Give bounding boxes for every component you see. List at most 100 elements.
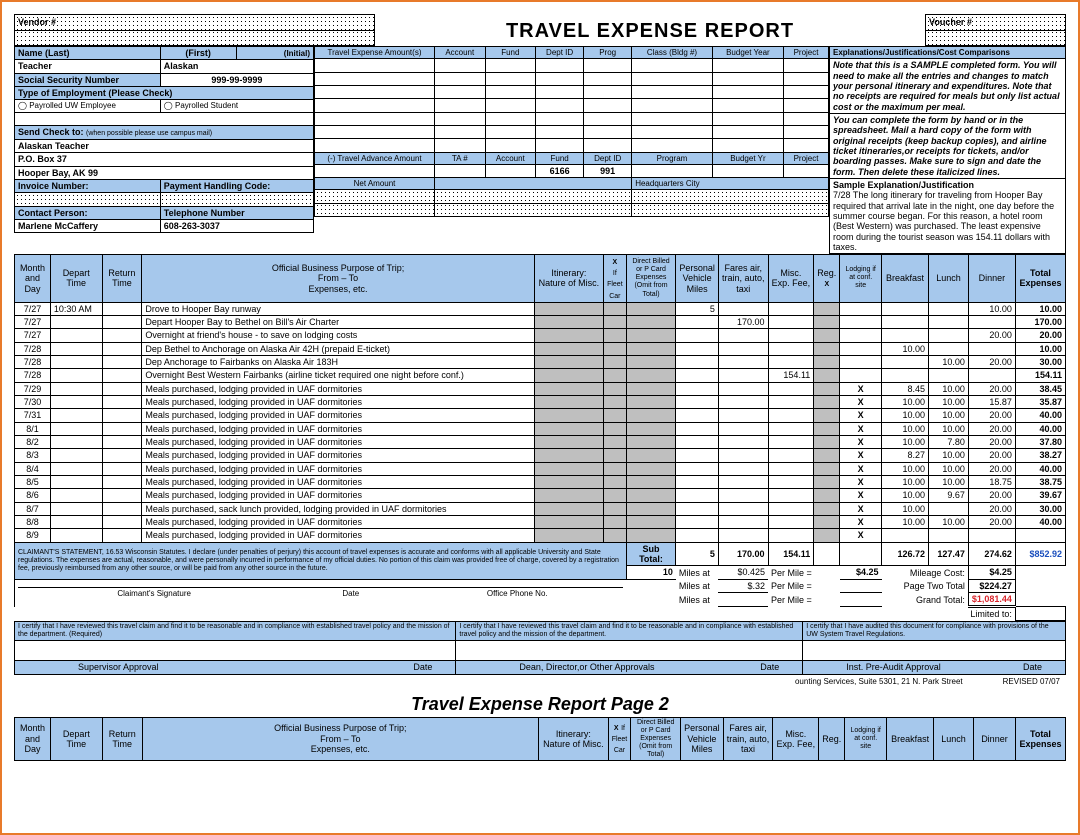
hdr-lunch: Lunch [929,255,969,302]
expense-row: 8/4Meals purchased, lodging provided in … [15,462,1066,475]
col-budget-yr: Budget Yr [712,152,783,164]
page-title: TRAVEL EXPENSE REPORT [378,20,922,43]
send-line3: Hooper Bay, AK 99 [15,166,314,179]
hdr-return: Return Time [102,255,142,302]
cert-dean: I certify that I have reviewed this trav… [456,622,803,641]
contact-person: Marlene McCaffery [15,220,161,233]
hdr-fares: Fares air, train, auto, taxi [718,255,768,302]
expense-row: 7/30Meals purchased, lodging provided in… [15,395,1066,408]
footer-revised: REVISED 07/07 [1003,677,1060,686]
grand-total-label: Grand Total: [882,593,969,607]
emp-opt-uw[interactable]: ◯ Payrolled UW Employee [15,100,161,112]
hdr-total: Total Expenses [1015,255,1065,302]
travel-advance-label: (-) Travel Advance Amount [315,152,435,164]
expense-row: 7/28Dep Bethel to Anchorage on Alaska Ai… [15,342,1066,355]
vendor-number: Vendor # [15,15,375,31]
hdr-itinerary: Itinerary: Nature of Misc. [534,255,603,302]
sample-note: Note that this is a SAMPLE completed for… [830,59,1066,114]
col-fund: Fund [485,47,536,59]
send-check-label: Send Check to: [18,127,84,137]
expense-row: 7/27Overnight at friend's house - to sav… [15,329,1066,342]
col-ta: TA # [435,152,486,164]
expense-row: 7/28Dep Anchorage to Fairbanks on Alaska… [15,355,1066,368]
page2-title: Travel Expense Report Page 2 [14,694,1066,715]
hdr-dinner: Dinner [968,255,1015,302]
grand-total: $1,081.44 [968,593,1015,607]
sample-explanation-label: Sample Explanation/Justification [833,180,974,190]
st-breakfast: 126.72 [882,542,929,566]
emp-opt-student[interactable]: ◯ Payrolled Student [160,100,313,112]
hdr-purpose: Official Business Purpose of Trip; From … [142,255,534,302]
name-last: Teacher [15,60,161,73]
mileage-cost: $4.25 [968,566,1015,579]
exp-amount-label: Travel Expense Amount(s) [315,47,435,59]
expense-row: 8/1Meals purchased, lodging provided in … [15,422,1066,435]
page-two-total-label: Page Two Total [882,579,969,592]
hdr-lodging: Lodging if at conf. site [840,255,882,302]
expense-row: 8/5Meals purchased, lodging provided in … [15,476,1066,489]
hdr-fleet: If Fleet Car [604,255,627,302]
miles-at-label: Miles at [676,566,719,579]
send-line2: P.O. Box 37 [15,153,314,166]
adv-fund: 6166 [536,164,584,177]
st-fares: 170.00 [718,542,768,566]
hdr-reg: Reg. [814,255,840,302]
contact-person-label: Contact Person: [15,206,161,219]
st-misc: 154.11 [768,542,814,566]
page-two-total: $224.27 [968,579,1015,592]
name-first: Alaskan [160,60,313,73]
explanations-header: Explanations/Justifications/Cost Compari… [830,47,1066,59]
payment-handling-label: Payment Handling Code: [160,179,313,192]
st-pv: 5 [676,542,719,566]
col-class: Class (Bldg #) [632,47,713,59]
hdr-breakfast: Breakfast [882,255,929,302]
hdr-depart: Depart Time [50,255,102,302]
expense-row: 7/2710:30 AMDrove to Hooper Bay runway51… [15,302,1066,315]
expense-row: 8/3Meals purchased, lodging provided in … [15,449,1066,462]
sig-audit-label: Inst. Pre-Audit Approval [806,662,941,672]
ssn-label: Social Security Number [15,73,161,86]
footer-address: ounting Services, Suite 5301, 21 N. Park… [795,677,963,686]
col-program: Program [632,152,713,164]
col-budget-year: Budget Year [712,47,783,59]
telephone-label: Telephone Number [160,206,313,219]
telephone-number: 608-263-3037 [160,220,313,233]
col-deptid: Dept ID [536,47,584,59]
name-last-label: Name (Last) [15,47,161,60]
sample-explanation-text: 7/28 The long itinerary for traveling fr… [833,190,1054,252]
mileage-cost-label: Mileage Cost: [882,566,969,579]
expense-row: 7/31Meals purchased, lodging provided in… [15,409,1066,422]
expense-row: 7/28Overnight Best Western Fairbanks (ai… [15,369,1066,382]
mileage-miles: 10 [626,566,676,579]
employment-type-label: Type of Employment (Please Check) [15,87,314,100]
ssn-value: 999-99-9999 [160,73,313,86]
hdr-month-day: Month and Day [15,255,51,302]
claimant-signature-label: Claimant's Signature [18,588,290,600]
st-total: $852.92 [1015,542,1065,566]
col-prog: Prog [584,47,632,59]
office-phone-label: Office Phone No. [411,588,623,600]
invoice-number-label: Invoice Number: [15,179,161,192]
instructions-note: You can complete the form by hand or in … [830,113,1066,178]
subtotal-label: Sub Total: [626,542,676,566]
col-project: Project [784,47,829,59]
name-first-label: (First) [160,47,236,60]
sig-dean-label: Dean, Director,or Other Approvals [459,662,654,672]
hdr-card: Direct Billed or P Card Expenses (Omit f… [626,255,676,302]
expense-row: 8/2Meals purchased, lodging provided in … [15,436,1066,449]
adv-dept: 991 [584,164,632,177]
rate-1: $0.425 [718,566,768,579]
sig-supervisor-label: Supervisor Approval [18,662,159,672]
hdr-vehicle: Personal Vehicle Miles [676,255,719,302]
send-line1: Alaskan Teacher [15,139,314,152]
col-account: Account [435,47,486,59]
expense-grid: Month and Day Depart Time Return Time Of… [14,254,1066,621]
hq-city-label: Headquarters City [632,178,829,190]
per-mile-value: $4.25 [840,566,882,579]
rate-2: $.32 [718,579,768,592]
net-amount-label: Net Amount [315,178,435,190]
expense-row: 7/27Depart Hooper Bay to Bethel on Bill'… [15,315,1066,328]
cert-audit: I certify that I have audited this docum… [803,622,1066,641]
expense-row: 8/7Meals purchased, sack lunch provided,… [15,502,1066,515]
per-mile-label: Per Mile = [768,566,840,579]
